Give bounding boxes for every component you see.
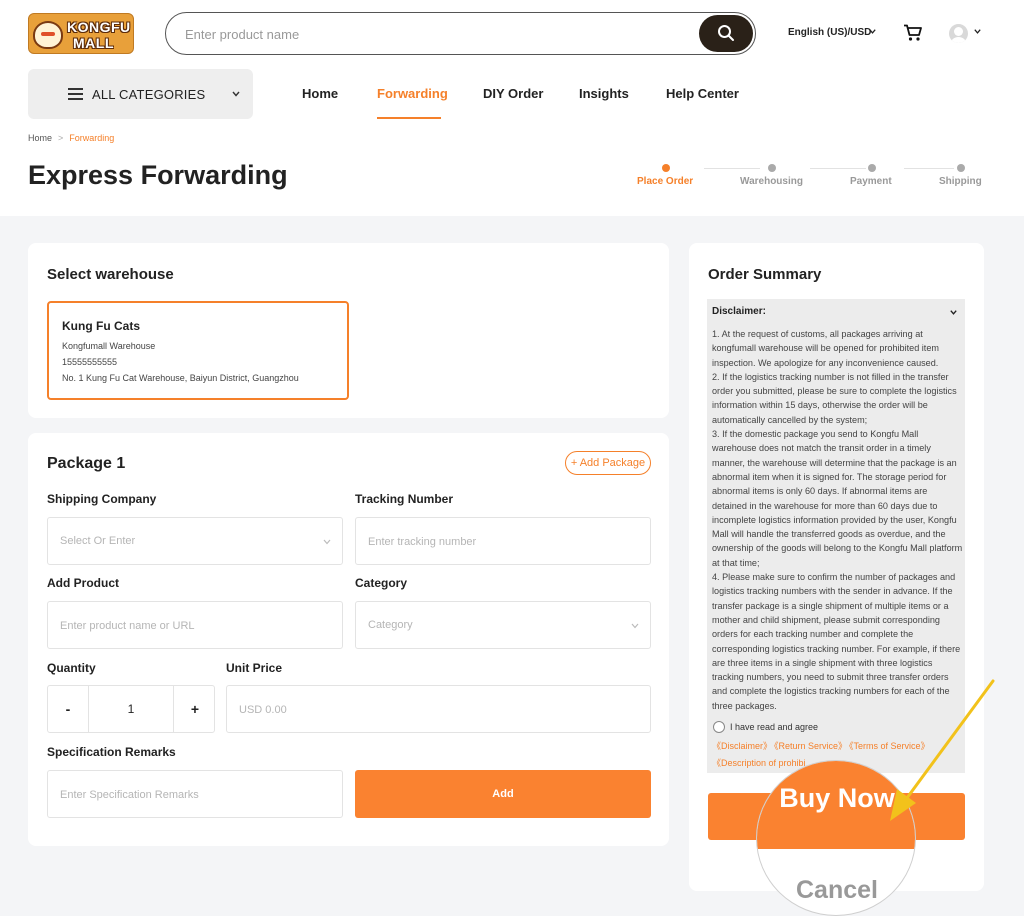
logo-text-line1: KONGFU — [67, 19, 131, 35]
nav-help-center[interactable]: Help Center — [666, 86, 739, 101]
tracking-number-field — [355, 517, 651, 565]
nav-home[interactable]: Home — [302, 86, 338, 101]
language-currency-selector[interactable]: English (US)/USD — [788, 27, 871, 38]
shipping-company-placeholder: Select Or Enter — [60, 535, 136, 547]
chevron-down-icon — [232, 91, 240, 97]
warehouse-company: Kongfumall Warehouse — [62, 341, 156, 351]
search-bar — [165, 12, 756, 55]
step-label-place-order: Place Order — [637, 176, 694, 187]
chevron-down-icon[interactable] — [973, 27, 982, 36]
step-dot-shipping — [957, 164, 965, 172]
step-dot-place-order — [662, 164, 670, 172]
warehouse-name: Kung Fu Cats — [62, 319, 140, 333]
tracking-number-label: Tracking Number — [355, 492, 454, 506]
category-placeholder: Category — [368, 619, 413, 631]
chevron-down-icon[interactable] — [868, 27, 877, 36]
nav-forwarding[interactable]: Forwarding — [377, 86, 448, 101]
search-button[interactable] — [699, 15, 753, 52]
nav-diy-order[interactable]: DIY Order — [483, 86, 543, 101]
search-icon — [718, 25, 734, 41]
warehouse-address: No. 1 Kung Fu Cat Warehouse, Baiyun Dist… — [62, 373, 299, 383]
unit-price-label: Unit Price — [226, 661, 283, 675]
chevron-down-icon[interactable] — [949, 308, 958, 317]
select-warehouse-title: Select warehouse — [47, 266, 174, 283]
add-product-field — [47, 601, 343, 649]
step-label-warehousing: Warehousing — [740, 176, 803, 187]
disclaimer-text: 1. At the request of customs, all packag… — [712, 329, 963, 711]
category-select[interactable]: Category — [355, 601, 651, 649]
package-title: Package 1 — [47, 455, 126, 472]
quantity-decrement-button[interactable]: - — [48, 686, 88, 732]
agree-label: I have read and agree — [730, 722, 819, 732]
step-dot-warehousing — [768, 164, 776, 172]
warehouse-phone: 15555555555 — [62, 357, 118, 367]
shipping-company-label: Shipping Company — [47, 492, 157, 506]
search-input[interactable] — [185, 23, 685, 45]
specification-remarks-label: Specification Remarks — [47, 745, 176, 759]
unit-price-field — [226, 685, 651, 733]
quantity-increment-button[interactable]: + — [174, 686, 216, 732]
quantity-label: Quantity — [47, 661, 96, 675]
step-connector — [904, 168, 954, 169]
breadcrumb-home[interactable]: Home — [28, 133, 52, 143]
cancel-button[interactable]: Cancel — [757, 876, 915, 905]
page-title: Express Forwarding — [28, 160, 288, 190]
breadcrumb-separator: > — [58, 133, 64, 143]
step-label-payment: Payment — [850, 176, 892, 187]
add-package-button[interactable]: + Add Package — [565, 451, 651, 475]
specification-remarks-input[interactable] — [60, 786, 300, 804]
all-categories-label: ALL CATEGORIES — [92, 87, 206, 102]
annotation-arrow-icon — [890, 679, 995, 821]
step-connector — [704, 168, 760, 169]
avatar-icon[interactable] — [949, 24, 968, 43]
cat-mascot-icon — [33, 21, 63, 49]
step-dot-payment — [868, 164, 876, 172]
quantity-value[interactable]: 1 — [88, 686, 174, 732]
warehouse-option[interactable]: Kung Fu Cats Kongfumall Warehouse 155555… — [47, 301, 349, 400]
nav-active-underline — [377, 117, 441, 119]
breadcrumb: Home > Forwarding — [28, 133, 114, 143]
step-label-shipping: Shipping — [939, 176, 982, 187]
tracking-number-input[interactable] — [368, 533, 608, 551]
chevron-down-icon — [323, 539, 331, 545]
add-product-input[interactable] — [60, 617, 300, 635]
unit-price-input[interactable] — [239, 701, 479, 719]
menu-icon — [68, 88, 83, 100]
chevron-down-icon — [631, 623, 639, 629]
agree-radio[interactable] — [713, 721, 725, 733]
order-summary-title: Order Summary — [708, 266, 822, 283]
cart-icon[interactable] — [903, 24, 923, 42]
category-label: Category — [355, 576, 408, 590]
nav-insights[interactable]: Insights — [579, 86, 629, 101]
return-service-link[interactable]: 《Return Service》 — [774, 741, 847, 751]
add-button[interactable]: Add — [355, 770, 651, 818]
add-product-label: Add Product — [47, 576, 119, 590]
step-connector — [810, 168, 866, 169]
kongfu-mall-logo[interactable]: KONGFU MALL — [28, 13, 134, 54]
specification-remarks-field — [47, 770, 343, 818]
disclaimer-link[interactable]: 《Disclaimer》 — [712, 741, 772, 751]
quantity-stepper: - 1 + — [47, 685, 215, 733]
breadcrumb-current: Forwarding — [69, 133, 115, 143]
all-categories-button[interactable]: ALL CATEGORIES — [28, 69, 253, 119]
logo-text-line2: MALL — [73, 35, 114, 51]
disclaimer-title: Disclaimer: — [712, 306, 766, 317]
shipping-company-select[interactable]: Select Or Enter — [47, 517, 343, 565]
